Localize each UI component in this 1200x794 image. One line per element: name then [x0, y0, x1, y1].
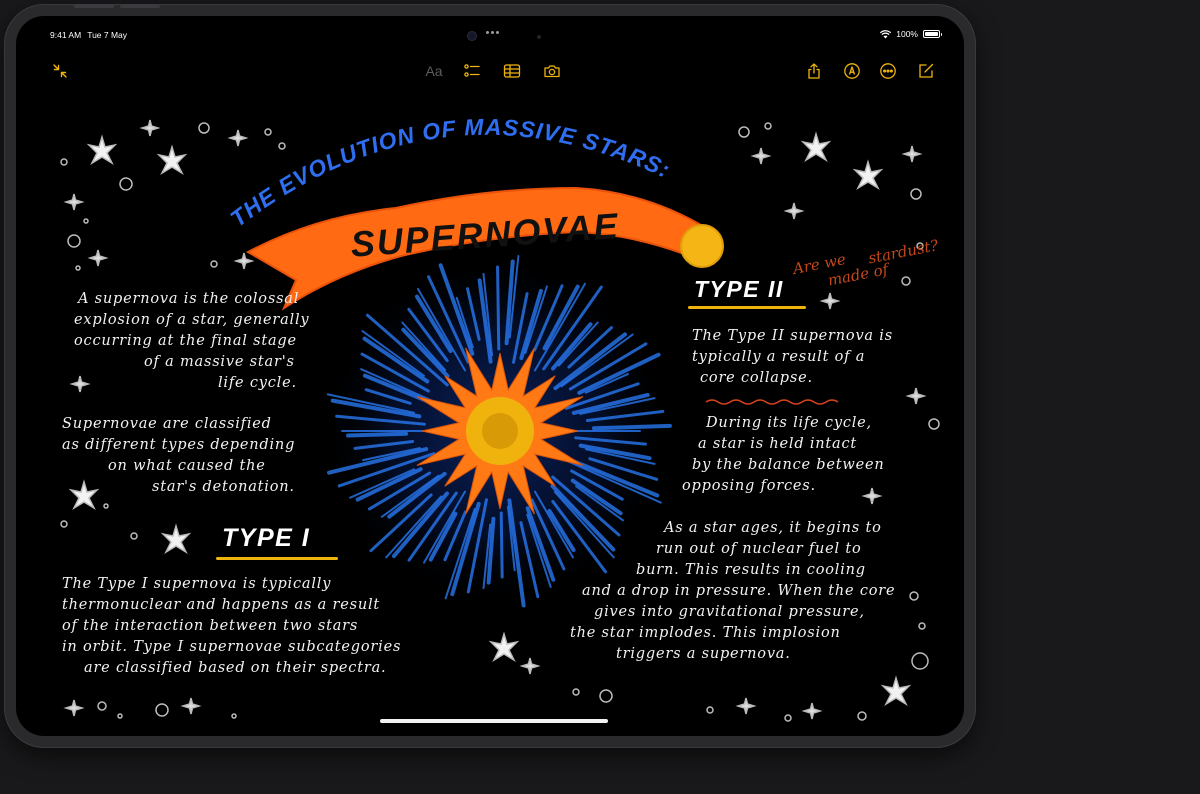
- star-doodle: [752, 147, 770, 165]
- text-line: a star is held intact: [698, 436, 858, 452]
- ipad-device-frame: 9:41 AM Tue 7 May 100% Aa THE EVOLUTION …: [4, 4, 976, 748]
- text-line: thermonuclear and happens as a result: [62, 597, 381, 613]
- star-doodle: [65, 193, 83, 211]
- type2-heading: TYPE II: [694, 276, 784, 302]
- text-line: are classified based on their spectra.: [84, 660, 387, 676]
- star-doodle: [88, 136, 116, 164]
- burst-ray: [346, 431, 409, 438]
- text-line: triggers a supernova.: [616, 646, 791, 662]
- intro-text-block: A supernova is the colossal explosion of…: [68, 289, 309, 394]
- text-line: opposing forces.: [682, 478, 816, 494]
- star-doodle: [803, 702, 821, 720]
- type2-underline: [688, 306, 806, 309]
- text-line: A supernova is the colossal: [78, 291, 300, 307]
- star-doodle: [737, 697, 755, 715]
- text-line: explosion of a star, generally: [74, 312, 310, 328]
- text-line: core collapse.: [700, 370, 813, 386]
- star-doodle: [882, 677, 910, 705]
- star-doodle: [821, 292, 839, 310]
- star-doodle: [141, 119, 159, 137]
- wavy-underline: [705, 399, 839, 405]
- svg-text:stardust?: stardust?: [867, 236, 941, 267]
- text-line: in orbit. Type I supernovae subcategorie…: [62, 639, 402, 655]
- text-line: of a massive star's: [144, 354, 295, 370]
- star-doodle: [158, 146, 186, 174]
- text-line: During its life cycle,: [706, 415, 872, 431]
- star-doodle: [907, 387, 925, 405]
- text-line: run out of nuclear fuel to: [656, 541, 862, 557]
- text-line: gives into gravitational pressure,: [594, 604, 865, 620]
- star-doodle: [802, 133, 830, 161]
- type1-underline: [216, 557, 338, 560]
- side-question-note: Are we made of stardust?: [789, 236, 941, 290]
- volume-down-button: [120, 4, 160, 8]
- text-line: The Type I supernova is typically: [62, 576, 332, 592]
- classified-text-block: Supernovae are classified as different t…: [60, 414, 295, 498]
- star-doodle: [490, 633, 518, 661]
- star-doodle: [182, 697, 200, 715]
- text-line: of the interaction between two stars: [62, 618, 359, 634]
- text-line: star's detonation.: [152, 479, 295, 495]
- notes-screen: 9:41 AM Tue 7 May 100% Aa THE EVOLUTION …: [16, 16, 964, 736]
- star-doodle: [903, 145, 921, 163]
- text-line: by the balance between: [692, 457, 885, 473]
- text-line: The Type II supernova is: [692, 328, 893, 344]
- text-line: Supernovae are classified: [62, 416, 272, 432]
- text-line: the star implodes. This implosion: [570, 625, 841, 641]
- star-doodle: [521, 657, 539, 675]
- front-camera: [467, 31, 477, 41]
- text-line: on what caused the: [108, 458, 266, 474]
- volume-up-button: [74, 4, 114, 8]
- type1-heading: TYPE I: [222, 524, 311, 552]
- type2-text-block: The Type II supernova is typically a res…: [690, 326, 893, 389]
- lifecycle-text-block: During its life cycle, a star is held in…: [680, 413, 885, 497]
- burst-ray: [496, 265, 501, 351]
- burst-ray: [499, 511, 504, 579]
- text-line: typically a result of a: [692, 349, 866, 365]
- text-line: life cycle.: [218, 375, 297, 391]
- star-doodle: [162, 525, 190, 553]
- text-line: burn. This results in cooling: [636, 562, 866, 578]
- text-line: As a star ages, it begins to: [664, 520, 882, 536]
- star-doodle: [65, 699, 83, 717]
- ambient-sensor: [537, 35, 541, 39]
- star-doodle: [89, 249, 107, 267]
- aging-text-block: As a star ages, it begins to run out of …: [564, 518, 895, 665]
- text-line: occurring at the final stage: [74, 333, 297, 349]
- burst-ray: [591, 423, 672, 431]
- home-indicator[interactable]: [380, 719, 608, 723]
- star-doodle: [854, 161, 882, 189]
- star-doodle: [229, 129, 247, 147]
- star-doodle: [785, 202, 803, 220]
- text-line: and a drop in pressure. When the core: [582, 583, 896, 599]
- type1-text-block: The Type I supernova is typically thermo…: [60, 574, 401, 679]
- text-line: as different types depending: [62, 437, 296, 453]
- star-doodle: [235, 252, 253, 270]
